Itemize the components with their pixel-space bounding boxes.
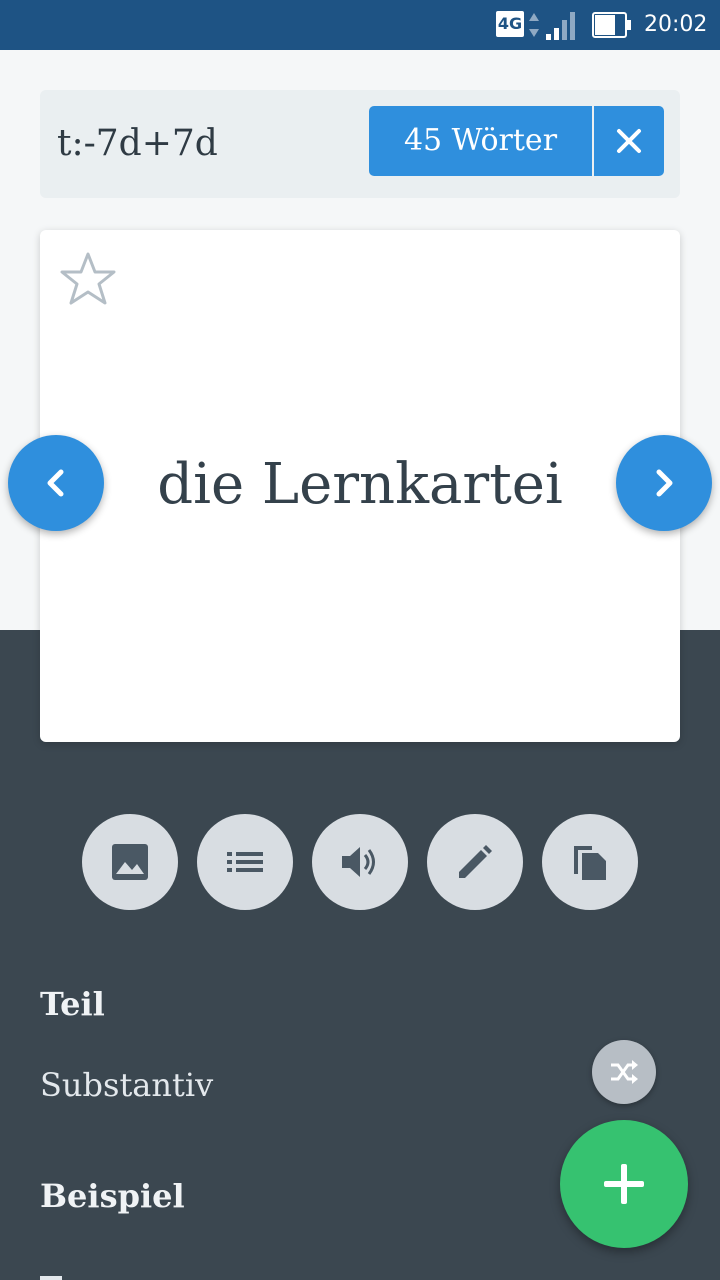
- image-icon: [112, 844, 148, 880]
- image-button[interactable]: [82, 814, 178, 910]
- flashcard-word: die Lernkartei: [157, 452, 563, 517]
- copy-icon: [574, 846, 606, 880]
- audio-button[interactable]: [312, 814, 408, 910]
- clock: 20:02: [644, 12, 708, 37]
- chevron-left-icon: [47, 469, 64, 497]
- plus-icon: [604, 1164, 644, 1204]
- detail-value: Substantiv: [40, 1066, 214, 1104]
- truncated-text: [40, 1268, 70, 1280]
- list-icon: [227, 852, 263, 872]
- clear-search-button[interactable]: [594, 106, 664, 176]
- add-button[interactable]: [560, 1120, 688, 1248]
- shuffle-icon: [611, 1060, 638, 1084]
- data-activity-icon: [529, 13, 539, 37]
- close-icon: [617, 129, 641, 153]
- detail-label: Beispiel: [40, 1177, 185, 1215]
- copy-button[interactable]: [542, 814, 638, 910]
- star-icon[interactable]: [58, 250, 118, 310]
- speaker-icon: [342, 847, 375, 877]
- detail-label: Teil: [40, 985, 105, 1023]
- search-query-text[interactable]: t:-7d+7d: [57, 118, 347, 170]
- list-button[interactable]: [197, 814, 293, 910]
- edit-button[interactable]: [427, 814, 523, 910]
- shuffle-button[interactable]: [592, 1040, 656, 1104]
- network-type-badge: 4G: [496, 11, 524, 37]
- signal-icon: [546, 12, 575, 40]
- pencil-icon: [459, 845, 492, 878]
- battery-icon: [592, 12, 631, 38]
- chevron-right-icon: [656, 469, 673, 497]
- status-bar: 4G 20:02: [0, 0, 720, 50]
- previous-card-button[interactable]: [8, 435, 104, 531]
- word-count-button[interactable]: 45 Wörter: [369, 106, 592, 176]
- next-card-button[interactable]: [616, 435, 712, 531]
